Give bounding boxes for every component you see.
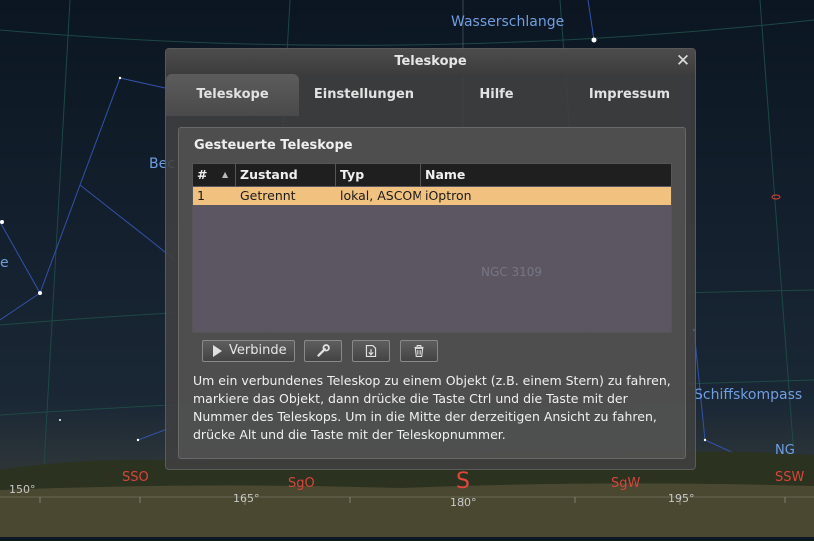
tab-hilfe[interactable]: Hilfe xyxy=(429,74,564,116)
column-header-number-label: # xyxy=(197,167,208,182)
section-title: Gesteuerte Teleskope xyxy=(194,138,353,153)
object-label-ngc3109: NGC 3109 xyxy=(481,265,543,279)
column-header-number[interactable]: # ▲ xyxy=(193,164,236,186)
object-label-ngc-right: NG xyxy=(775,443,795,458)
telescopes-table[interactable]: # ▲ Zustand Typ Name 1 Getrennt lokal, A… xyxy=(192,163,672,333)
table-header: # ▲ Zustand Typ Name xyxy=(193,164,671,186)
column-header-name[interactable]: Name xyxy=(421,164,671,186)
connect-button[interactable]: Verbinde xyxy=(202,340,295,362)
column-header-type[interactable]: Typ xyxy=(336,164,421,186)
trash-icon xyxy=(414,345,424,357)
wrench-icon xyxy=(317,344,330,357)
constellation-label-hydra: Wasserschlange xyxy=(451,14,565,30)
cardinal-ssw: SSW xyxy=(775,470,805,485)
help-text: Um ein verbundenes Teleskop zu einem Obj… xyxy=(193,373,671,442)
cell-status: Getrennt xyxy=(240,188,296,203)
telescopes-dialog: Teleskope ✕ Teleskope Einstellungen Hilf… xyxy=(165,48,696,470)
cardinal-sso: SSO xyxy=(122,470,149,485)
constellation-label-left: e xyxy=(0,255,9,271)
configure-button[interactable] xyxy=(304,340,342,362)
table-row[interactable]: 1 Getrennt lokal, ASCOM iOptron xyxy=(193,187,671,205)
azimuth-165: 165° xyxy=(233,492,260,505)
tab-teleskope[interactable]: Teleskope xyxy=(166,74,299,116)
play-icon xyxy=(213,345,222,357)
azimuth-150: 150° xyxy=(9,483,36,496)
dialog-title: Teleskope xyxy=(394,54,467,69)
delete-button[interactable] xyxy=(400,340,438,362)
import-file-icon xyxy=(365,344,377,358)
tab-einstellungen[interactable]: Einstellungen xyxy=(299,74,429,116)
dialog-titlebar[interactable]: Teleskope ✕ xyxy=(166,49,695,75)
cardinal-sgo: SgO xyxy=(288,476,315,491)
tab-impressum[interactable]: Impressum xyxy=(564,74,695,116)
import-button[interactable] xyxy=(352,340,390,362)
cell-name: iOptron xyxy=(425,188,472,203)
azimuth-180: 180° xyxy=(450,496,477,509)
close-icon[interactable]: ✕ xyxy=(674,52,692,70)
azimuth-195: 195° xyxy=(668,492,695,505)
column-header-status[interactable]: Zustand xyxy=(236,164,336,186)
constellation-label-pyxis: Schiffskompass xyxy=(694,387,803,403)
tab-bar: Teleskope Einstellungen Hilfe Impressum xyxy=(166,74,695,116)
cardinal-s: S xyxy=(456,469,470,494)
cardinal-sgw: SgW xyxy=(611,476,641,491)
cell-number: 1 xyxy=(197,188,205,203)
sort-arrow-icon: ▲ xyxy=(222,170,229,179)
cell-type: lokal, ASCOM xyxy=(340,188,421,203)
connect-button-label: Verbinde xyxy=(229,343,287,358)
telescopes-panel: Gesteuerte Teleskope # ▲ Zustand Typ Nam… xyxy=(178,127,686,459)
